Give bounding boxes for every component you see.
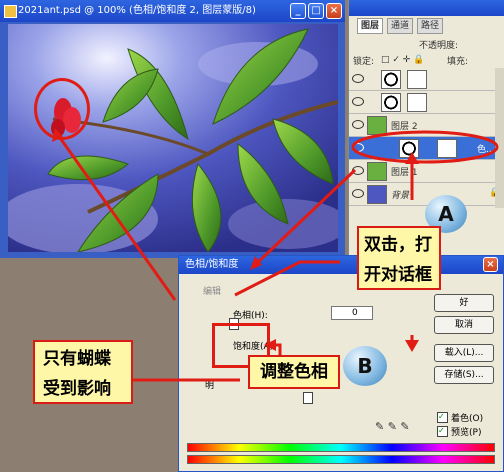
selected-layer-highlight — [351, 130, 499, 164]
marker-b: B — [343, 346, 387, 386]
callout-double-click: 双击，打开对话框 — [357, 226, 441, 290]
butterfly-highlight-circle — [34, 78, 90, 140]
connector-a — [234, 260, 340, 297]
arrowhead-up — [405, 152, 419, 164]
callout-adjust-hue: 调整色相 — [248, 355, 340, 389]
arrowhead-down — [405, 340, 419, 352]
arrow-to-dialog — [253, 168, 357, 267]
callout-only-butterfly: 只有蝴蝶受到影响 — [33, 340, 133, 404]
arrow-to-butterfly — [56, 134, 177, 301]
